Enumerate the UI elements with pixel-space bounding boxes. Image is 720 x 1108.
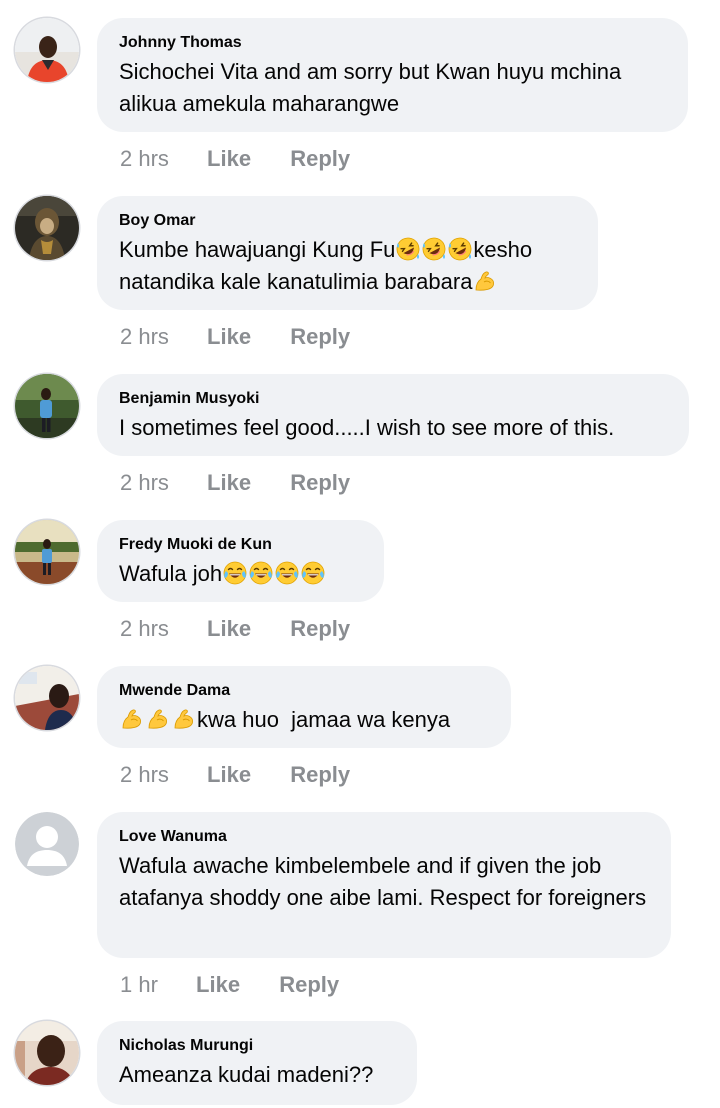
- tears-of-joy-icon: [223, 561, 247, 585]
- like-button[interactable]: Like: [196, 971, 240, 999]
- comment-text: Wafula awache kimbelembele and if given …: [119, 853, 647, 910]
- comment-author[interactable]: Fredy Muoki de Kun: [119, 535, 362, 555]
- avatar[interactable]: [15, 18, 79, 82]
- avatar[interactable]: [15, 666, 79, 730]
- comment-author[interactable]: Boy Omar: [119, 211, 576, 231]
- comment-bubble: Johnny Thomas Sichochei Vita and am sorr…: [97, 18, 688, 132]
- flexed-biceps-icon: [172, 707, 196, 731]
- comment-bubble: Boy Omar Kumbe hawajuangi Kung Fu kesho n…: [97, 196, 598, 310]
- rolling-on-floor-laughing-icon: [396, 237, 420, 261]
- avatar[interactable]: [15, 374, 79, 438]
- like-button[interactable]: Like: [207, 615, 251, 643]
- comment-author[interactable]: Love Wanuma: [119, 827, 649, 847]
- comment-actions: 1 hr Like Reply: [120, 971, 339, 999]
- comment-time[interactable]: 2 hrs: [120, 615, 169, 643]
- comment-time[interactable]: 2 hrs: [120, 323, 169, 351]
- rolling-on-floor-laughing-icon: [448, 237, 472, 261]
- comment-time[interactable]: 1 hr: [120, 971, 158, 999]
- flexed-biceps-icon: [146, 707, 170, 731]
- reply-button[interactable]: Reply: [290, 323, 350, 351]
- comment-text: Wafula joh: [119, 558, 362, 590]
- comment-bubble: Fredy Muoki de Kun Wafula joh: [97, 520, 384, 602]
- avatar[interactable]: [15, 520, 79, 584]
- comment-text-part: Kumbe hawajuangi Kung Fu: [119, 237, 396, 262]
- comment-text-part: Wafula joh: [119, 561, 223, 586]
- comment-bubble: Mwende Dama kwa huo jamaa wa kenya: [97, 666, 511, 748]
- reply-button[interactable]: Reply: [290, 469, 350, 497]
- comment-actions: 2 hrs Like Reply: [120, 469, 350, 497]
- like-button[interactable]: Like: [207, 469, 251, 497]
- comment-actions: 2 hrs Like Reply: [120, 615, 350, 643]
- avatar[interactable]: [15, 1021, 79, 1085]
- comment-bubble: Love Wanuma Wafula awache kimbelembele a…: [97, 812, 671, 958]
- comment-text: Ameanza kudai madeni??: [119, 1062, 374, 1087]
- comment-text: Sichochei Vita and am sorry but Kwan huy…: [119, 59, 628, 116]
- comment-text-part: kwa huo jamaa wa kenya: [197, 707, 451, 732]
- reply-button[interactable]: Reply: [290, 145, 350, 173]
- flexed-biceps-icon: [120, 707, 144, 731]
- tears-of-joy-icon: [301, 561, 325, 585]
- rolling-on-floor-laughing-icon: [422, 237, 446, 261]
- comment-actions: 2 hrs Like Reply: [120, 323, 350, 351]
- default-avatar-icon[interactable]: [15, 812, 79, 876]
- comment-text: I sometimes feel good.....I wish to see …: [119, 415, 615, 440]
- comment-time[interactable]: 2 hrs: [120, 761, 169, 789]
- comment-actions: 2 hrs Like Reply: [120, 145, 350, 173]
- comment-text: kwa huo jamaa wa kenya: [119, 704, 489, 736]
- comment-author[interactable]: Benjamin Musyoki: [119, 389, 667, 409]
- reply-button[interactable]: Reply: [290, 615, 350, 643]
- comment-author[interactable]: Mwende Dama: [119, 681, 489, 701]
- like-button[interactable]: Like: [207, 323, 251, 351]
- flexed-biceps-icon: [473, 269, 497, 293]
- tears-of-joy-icon: [275, 561, 299, 585]
- comment-author[interactable]: Nicholas Murungi: [119, 1036, 395, 1056]
- comment-time[interactable]: 2 hrs: [120, 469, 169, 497]
- comment-bubble: Benjamin Musyoki I sometimes feel good..…: [97, 374, 689, 456]
- like-button[interactable]: Like: [207, 761, 251, 789]
- avatar[interactable]: [15, 196, 79, 260]
- reply-button[interactable]: Reply: [279, 971, 339, 999]
- like-button[interactable]: Like: [207, 145, 251, 173]
- comment-text: Kumbe hawajuangi Kung Fu kesho natandika …: [119, 234, 576, 298]
- comment-actions: 2 hrs Like Reply: [120, 761, 350, 789]
- comment-author[interactable]: Johnny Thomas: [119, 33, 666, 53]
- tears-of-joy-icon: [249, 561, 273, 585]
- reply-button[interactable]: Reply: [290, 761, 350, 789]
- comment-bubble: Nicholas Murungi Ameanza kudai madeni??: [97, 1021, 417, 1105]
- comment-time[interactable]: 2 hrs: [120, 145, 169, 173]
